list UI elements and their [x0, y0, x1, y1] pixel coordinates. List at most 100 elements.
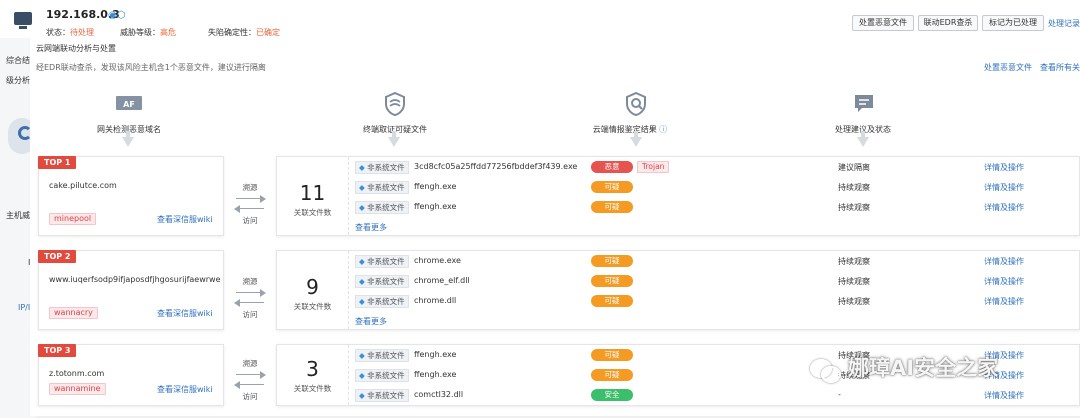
- cloud-intel-icon: [624, 91, 648, 117]
- verdict-badge: 可疑: [591, 369, 633, 381]
- non-system-file-label: 非系统文件: [367, 203, 405, 212]
- file-name: chrome.exe: [414, 256, 461, 265]
- header-cloud-text: 云端情报鉴定结果: [592, 125, 657, 134]
- domain-name: www.iuqerfsodp9ifjaposdfjhgosurijfaewrwe…: [49, 275, 221, 284]
- down-arrow-icon: [122, 131, 134, 147]
- detail-link[interactable]: 详情及操作: [984, 162, 1024, 173]
- panel-title: 云网端联动分析与处置: [36, 44, 116, 53]
- non-system-file-badge: ◆ 非系统文件: [355, 389, 409, 402]
- advice-text: 持续观察: [838, 277, 870, 286]
- advice-text: 持续观察: [838, 203, 870, 212]
- sidebar-tab-summary[interactable]: 综合结: [6, 55, 30, 66]
- file-count: 11 关联文件数: [277, 157, 349, 235]
- header-cloud-label: 云端情报鉴定结果 ⓘ: [575, 124, 685, 135]
- advice-text: 建议隔离: [838, 163, 870, 172]
- down-arrow-icon: [388, 131, 400, 147]
- family-tag: wannamine: [49, 383, 106, 395]
- non-system-file-label: 非系统文件: [367, 277, 405, 286]
- right-arrow-icon: [232, 195, 268, 203]
- non-system-file-label: 非系统文件: [367, 297, 405, 306]
- trace-label: 溯源: [242, 359, 258, 368]
- view-more-link[interactable]: 查看更多: [355, 316, 387, 327]
- file-tag-icon: ◆: [359, 371, 365, 380]
- panel-description: 经EDR联动查杀，发现该风险主机含1个恶意文件，建议进行隔离: [36, 63, 266, 72]
- wiki-link[interactable]: 查看深信服wiki: [157, 214, 213, 225]
- sidebar-tab-ip[interactable]: IP/I: [18, 303, 30, 312]
- status-label: 状态：: [46, 28, 70, 37]
- file-list-card: 9 关联文件数 ◆ 非系统文件 chrome.exe 可疑 持续观察 详情及操作…: [276, 250, 1080, 330]
- detail-link[interactable]: 详情及操作: [984, 276, 1024, 287]
- access-label: 访问: [242, 310, 258, 319]
- advice-text: 持续观察: [838, 183, 870, 192]
- file-tag-icon: ◆: [359, 257, 365, 266]
- non-system-file-badge: ◆ 非系统文件: [355, 255, 409, 268]
- view-all-link[interactable]: 查看所有关: [1040, 62, 1080, 73]
- domain-card: TOP 1 cake.pilutce.com minepool 查看深信服wik…: [38, 156, 224, 236]
- non-system-file-label: 非系统文件: [367, 163, 405, 172]
- family-tag: minepool: [49, 213, 97, 225]
- sidebar-tab-analysis[interactable]: 级分析: [6, 75, 30, 86]
- handle-file-link[interactable]: 处置恶意文件: [984, 62, 1032, 73]
- file-tag-icon: ◆: [359, 277, 365, 286]
- host-header: 192.168.0.3 ◉⬡ 状态：待处理 威胁等级：高危 失陷确定性：已确定 …: [0, 0, 1080, 38]
- trace-label: 溯源: [242, 277, 258, 286]
- handle-malicious-file-button[interactable]: 处置恶意文件: [852, 15, 914, 31]
- file-row: ◆ 非系统文件 comctl32.dll 安全 - 详情及操作: [355, 387, 1079, 403]
- vuln-field: 失陷确定性：已确定: [208, 27, 280, 38]
- host-status-icons: ◉⬡: [108, 10, 125, 21]
- vuln-value: 已确定: [256, 28, 280, 37]
- mark-handled-button[interactable]: 标记为已处理: [982, 15, 1044, 31]
- file-count: 9 关联文件数: [277, 251, 349, 329]
- af-badge-text: AF: [123, 100, 135, 109]
- domain-card: TOP 2 www.iuqerfsodp9ifjaposdfjhgosurijf…: [38, 250, 224, 330]
- file-count-number: 11: [299, 181, 326, 205]
- shield-icon: ⬡: [116, 10, 126, 21]
- rank-badge: TOP 3: [38, 344, 77, 357]
- verdict-badge: 可疑: [591, 275, 633, 287]
- status-field: 状态：待处理: [46, 27, 94, 38]
- file-row: ◆ 非系统文件 ffengh.exe 可疑 持续观察 详情及操作: [355, 179, 1079, 195]
- file-tag-icon: ◆: [359, 351, 365, 360]
- detail-link[interactable]: 详情及操作: [984, 256, 1024, 267]
- host-monitor-icon: [14, 12, 32, 29]
- file-count-label: 关联文件数: [293, 208, 332, 217]
- threat-value: 高危: [160, 28, 176, 37]
- sidebar-tab-host-threat[interactable]: 主机威: [6, 210, 30, 221]
- chat-advice-icon: [852, 92, 876, 116]
- non-system-file-label: 非系统文件: [367, 391, 405, 400]
- trace-access-connector: 溯源 访问: [232, 276, 268, 320]
- view-more-link[interactable]: 查看更多: [355, 222, 387, 233]
- file-name: chrome.dll: [414, 296, 457, 305]
- verdict-badge: 可疑: [591, 295, 633, 307]
- rank-badge: TOP 1: [38, 156, 77, 169]
- file-row: ◆ 非系统文件 chrome.dll 可疑 持续观察 详情及操作: [355, 293, 1079, 309]
- verdict-badge: 可疑: [591, 181, 633, 193]
- wiki-link[interactable]: 查看深信服wiki: [157, 384, 213, 395]
- file-list-card: 11 关联文件数 ◆ 非系统文件 3cd8cfc05a25ffdd77256fb…: [276, 156, 1080, 236]
- handle-record-link[interactable]: 处理记录: [1048, 18, 1080, 29]
- file-count-number: 9: [306, 275, 319, 299]
- domain-name: cake.pilutce.com: [49, 181, 117, 190]
- file-count-number: 3: [306, 357, 319, 381]
- down-arrow-icon: [857, 131, 869, 147]
- watermark-text: 娜璋AI安全之家: [848, 356, 999, 380]
- right-arrow-icon: [232, 289, 268, 297]
- file-tag-icon: ◆: [359, 163, 365, 172]
- non-system-file-badge: ◆ 非系统文件: [355, 349, 409, 362]
- access-label: 访问: [242, 392, 258, 401]
- file-tag-icon: ◆: [359, 203, 365, 212]
- file-row: ◆ 非系统文件 3cd8cfc05a25ffdd77256fbddef3f439…: [355, 159, 1079, 175]
- detail-link[interactable]: 详情及操作: [984, 202, 1024, 213]
- detail-link[interactable]: 详情及操作: [984, 182, 1024, 193]
- family-tag: wannacry: [49, 307, 98, 319]
- wechat-icon: [808, 355, 844, 383]
- info-icon[interactable]: ⓘ: [659, 125, 667, 134]
- left-arrow-icon: [232, 205, 268, 213]
- wiki-link[interactable]: 查看深信服wiki: [157, 308, 213, 319]
- detail-link[interactable]: 详情及操作: [984, 390, 1024, 401]
- detail-link[interactable]: 详情及操作: [984, 296, 1024, 307]
- edr-kill-button[interactable]: 联动EDR查杀: [918, 15, 978, 31]
- af-gateway-icon: AF: [116, 94, 142, 112]
- non-system-file-badge: ◆ 非系统文件: [355, 181, 409, 194]
- file-count-label: 关联文件数: [293, 302, 332, 311]
